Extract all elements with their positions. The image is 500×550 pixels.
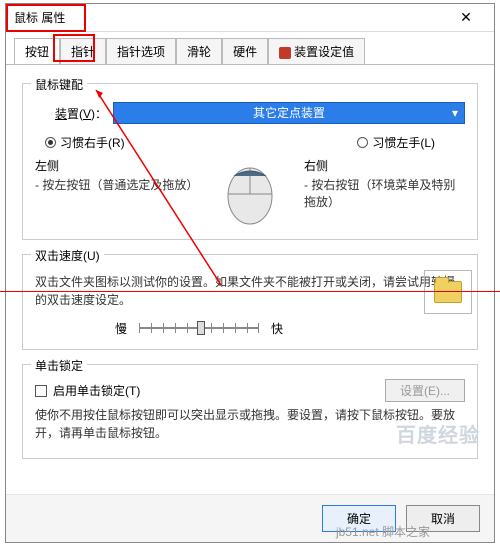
close-button[interactable]: ✕: [446, 9, 486, 26]
folder-icon: [434, 281, 462, 303]
double-click-desc: 双击文件夹图标以测试你的设置。如果文件夹不能被打开或关闭，请尝试用较慢的双击速度…: [35, 273, 465, 309]
dialog-window: 鼠标 属性 ✕ 按钮 指针 指针选项 滑轮 硬件 装置设定值 鼠标键配 装置(V…: [5, 3, 495, 543]
clicklock-settings-button[interactable]: 设置(E)...: [385, 379, 465, 402]
mouse-image: [210, 157, 290, 227]
radio-left-hand[interactable]: 习惯左手(L): [357, 134, 435, 151]
radio-dot-icon: [45, 137, 56, 148]
clicklock-checkbox[interactable]: [35, 385, 47, 397]
fast-label: 快: [271, 320, 283, 337]
tab-pointer-options[interactable]: 指针选项: [106, 38, 176, 64]
device-label: 装置(V)：: [55, 105, 107, 122]
synaptics-icon: [279, 47, 291, 59]
group-title: 单击锁定: [31, 357, 87, 374]
tab-wheel[interactable]: 滑轮: [176, 38, 222, 64]
right-side-desc: - 按右按钮（环境菜单及特别拖放）: [304, 176, 465, 210]
right-side-label: 右侧: [304, 157, 465, 174]
radio-right-hand[interactable]: 习惯右手(R): [45, 134, 125, 151]
tab-hardware[interactable]: 硬件: [222, 38, 268, 64]
window-title: 鼠标 属性: [14, 9, 446, 26]
titlebar: 鼠标 属性 ✕: [6, 4, 494, 32]
group-button-config: 鼠标键配 装置(V)： 其它定点装置 习惯右手(R) 习惯左手(L) 左侧 - …: [22, 83, 478, 240]
watermark-text: 百度经验: [396, 419, 480, 448]
tab-strip: 按钮 指针 指针选项 滑轮 硬件 装置设定值: [6, 32, 494, 65]
speed-slider[interactable]: [139, 319, 259, 337]
tab-buttons[interactable]: 按钮: [14, 38, 60, 64]
clicklock-label: 启用单击锁定(T): [53, 382, 140, 399]
radio-dot-icon: [357, 137, 368, 148]
tab-pointer[interactable]: 指针: [60, 38, 106, 64]
slow-label: 慢: [115, 320, 127, 337]
test-folder-area[interactable]: [424, 270, 472, 314]
device-dropdown[interactable]: 其它定点装置: [113, 102, 465, 124]
group-title: 双击速度(U): [31, 247, 104, 264]
tab-device-settings[interactable]: 装置设定值: [268, 38, 365, 64]
group-title: 鼠标键配: [31, 76, 87, 93]
left-side-label: 左侧: [35, 157, 196, 174]
tab-content: 鼠标键配 装置(V)： 其它定点装置 习惯右手(R) 习惯左手(L) 左侧 - …: [6, 65, 494, 494]
left-side-desc: - 按左按钮（普通选定及拖放）: [35, 176, 196, 193]
group-double-click: 双击速度(U) 双击文件夹图标以测试你的设置。如果文件夹不能被打开或关闭，请尝试…: [22, 254, 478, 350]
watermark-footer: jb51.net 脚本之家: [336, 523, 430, 540]
